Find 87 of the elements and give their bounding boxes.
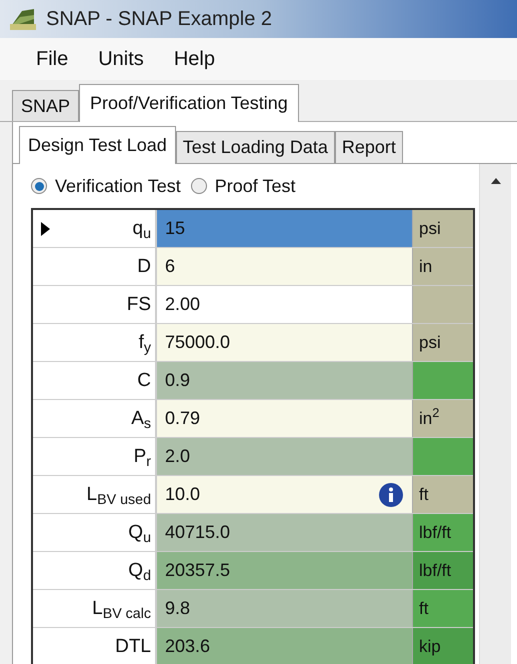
value-text: 20357.5 [165,559,230,582]
radio-button[interactable] [190,178,207,194]
row-header[interactable]: f$_{y}$ [33,324,157,361]
row-header[interactable]: C [33,362,157,399]
value-text: 2.00 [165,293,200,316]
radio-label: Verification Test [55,174,181,198]
grid-row[interactable]: Q$_{d}$ 20357.5 lbf/ft [33,552,473,590]
parameter-label: q$_{u}$ [132,219,151,238]
grid-row[interactable]: A$_{s}$ 0.79 in$^{2}$ [33,400,473,438]
tab[interactable]: Proof/Verification Testing [79,84,299,122]
tab[interactable]: Report [334,131,403,163]
parameter-label: Q$_{d}$ [128,561,151,580]
row-header[interactable]: Q$_{u}$ [33,514,157,551]
parameter-label: D [137,257,151,276]
grid-row[interactable]: q$_{u}$ 15 psi [33,210,473,248]
tab[interactable]: Design Test Load [19,126,176,164]
unit-cell [413,286,473,323]
value-cell[interactable]: 15 [157,210,413,247]
parameter-label: DTL [115,637,151,656]
row-header[interactable]: L$_{BV used}$ [33,476,157,513]
unit-text: psi [419,218,441,240]
unit-text: in [419,256,432,278]
unit-text: psi [419,332,441,354]
value-cell[interactable]: 9.8 [157,590,413,627]
parameter-label: FS [126,295,151,314]
row-header[interactable]: FS [33,286,157,323]
unit-text: kip [419,636,441,658]
unit-text: lbf/ft [419,560,452,582]
value-text: 203.6 [165,635,210,658]
grid-row[interactable]: Q$_{u}$ 40715.0 lbf/ft [33,514,473,552]
tab[interactable]: Test Loading Data [176,131,335,163]
value-cell[interactable]: 6 [157,248,413,285]
parameter-label: A$_{s}$ [131,409,151,428]
value-text: 15 [165,217,186,240]
value-cell[interactable]: 2.00 [157,286,413,323]
parameter-label: Q$_{u}$ [128,523,151,542]
value-cell[interactable]: 20357.5 [157,552,413,589]
value-cell[interactable]: 2.0 [157,438,413,475]
row-header[interactable]: DTL [33,628,157,664]
value-text: 40715.0 [165,521,230,544]
menu-item[interactable]: Units [98,44,144,74]
row-header[interactable]: L$_{BV calc}$ [33,590,157,627]
row-header[interactable]: P$_{r}$ [33,438,157,475]
grid-row[interactable]: D 6 in [33,248,473,286]
value-text: 0.9 [165,369,190,392]
value-text: 75000.0 [165,331,230,354]
grid-row[interactable]: f$_{y}$ 75000.0 psi [33,324,473,362]
parameter-label: C [137,371,151,390]
grid-row[interactable]: C 0.9 [33,362,473,400]
value-cell[interactable]: 203.6 [157,628,413,664]
value-cell[interactable]: 40715.0 [157,514,413,551]
menu-item[interactable]: File [36,44,68,74]
grid-row[interactable]: P$_{r}$ 2.0 [33,438,473,476]
row-header[interactable]: q$_{u}$ [33,210,157,247]
parameter-label: P$_{r}$ [134,447,151,466]
row-header[interactable]: Q$_{d}$ [33,552,157,589]
row-header[interactable]: D [33,248,157,285]
unit-text: lbf/ft [419,522,452,544]
unit-text: in$^{2}$ [419,406,440,430]
value-cell[interactable]: 75000.0 [157,324,413,361]
value-cell[interactable]: 0.9 [157,362,413,399]
unit-cell [413,362,473,399]
grid-row[interactable]: L$_{BV used}$ 10.0 ft [33,476,473,514]
value-cell[interactable]: 0.79 [157,400,413,437]
unit-text: ft [419,484,428,506]
scroll-up-icon[interactable] [490,178,500,184]
row-header[interactable]: A$_{s}$ [33,400,157,437]
tab[interactable]: SNAP [12,90,80,121]
grid-row[interactable]: DTL 203.6 kip [33,628,473,664]
unit-cell [413,438,473,475]
parameter-label: L$_{BV calc}$ [92,599,151,618]
value-text: 6 [165,255,176,278]
app-logo-icon [8,7,38,31]
value-text: 0.79 [165,407,200,430]
scrollbar[interactable] [479,164,511,664]
value-text: 2.0 [165,445,190,468]
radio-button[interactable] [31,178,47,194]
parameter-label: L$_{BV used}$ [86,485,151,504]
value-cell[interactable]: 10.0 [157,476,413,513]
window-title: SNAP - SNAP Example 2 [46,7,272,32]
radio-label: Proof Test [214,174,296,198]
unit-text: ft [419,598,428,620]
grid-row[interactable]: L$_{BV calc}$ 9.8 ft [33,590,473,628]
value-text: 9.8 [165,597,190,620]
grid-row[interactable]: FS 2.00 [33,286,473,324]
menu-item[interactable]: Help [174,44,215,74]
value-text: 10.0 [165,483,200,506]
